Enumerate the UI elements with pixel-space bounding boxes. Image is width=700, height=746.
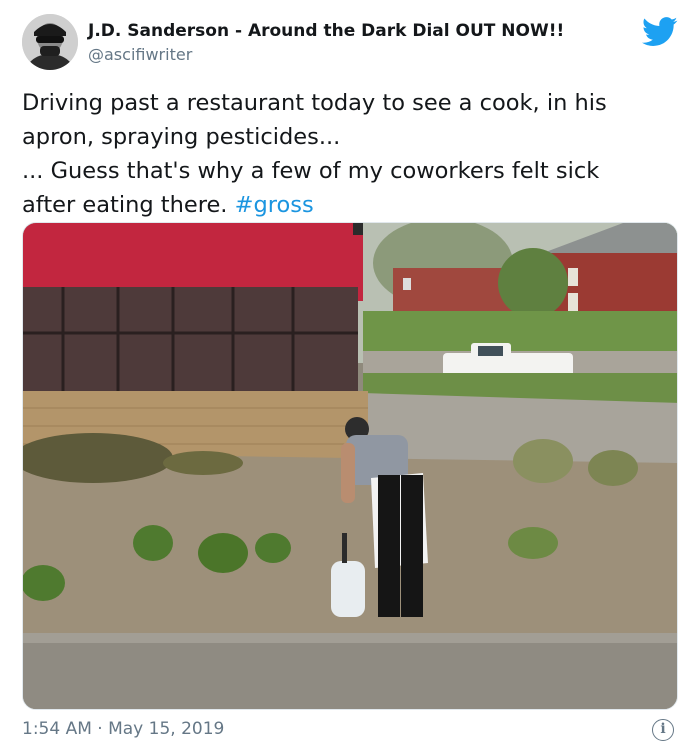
hashtag-link[interactable]: #gross [235, 192, 314, 218]
photo-scene [23, 223, 677, 709]
tweet-text-line: Driving past a restaurant today to see a… [22, 90, 607, 116]
tweet-text-line: after eating there. #gross [22, 188, 682, 222]
tweet-photo[interactable] [22, 222, 678, 710]
tweet-timestamp[interactable]: 1:54 AM · May 15, 2019 [22, 719, 224, 739]
info-icon[interactable]: i [652, 719, 674, 741]
tweet-text-line: apron, spraying pesticides... [22, 124, 341, 150]
avatar-image [22, 14, 78, 70]
author-name[interactable]: J.D. Sanderson - Around the Dark Dial OU… [88, 21, 564, 41]
author-handle[interactable]: @ascifiwriter [88, 45, 192, 64]
tweet-text-line: ... Guess that's why a few of my coworke… [22, 158, 600, 184]
twitter-bird-icon[interactable] [642, 17, 678, 47]
tweet-text-fragment: after eating there. [22, 192, 235, 218]
tweet-card: J.D. Sanderson - Around the Dark Dial OU… [0, 0, 700, 746]
tweet-text: Driving past a restaurant today to see a… [22, 86, 682, 222]
avatar[interactable] [22, 14, 78, 70]
